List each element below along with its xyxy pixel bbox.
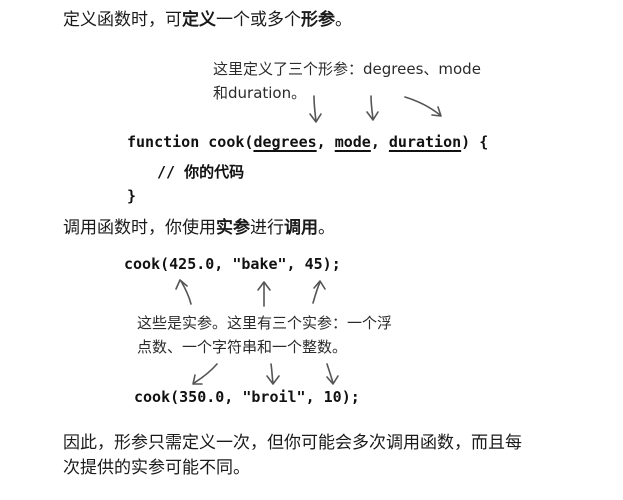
arrow-up-string-icon bbox=[257, 281, 271, 307]
arrow-down-float-icon bbox=[192, 363, 218, 385]
arrow-down-string-icon bbox=[266, 363, 280, 385]
arrow-to-degrees-icon bbox=[309, 95, 322, 123]
arrow-up-float-icon bbox=[175, 279, 192, 305]
arrow-to-duration-icon bbox=[404, 96, 442, 117]
arrow-down-int-icon bbox=[326, 363, 339, 385]
arrow-to-mode-icon bbox=[366, 95, 379, 121]
arrow-up-int-icon bbox=[312, 280, 326, 304]
annotation-arrows bbox=[175, 95, 442, 385]
